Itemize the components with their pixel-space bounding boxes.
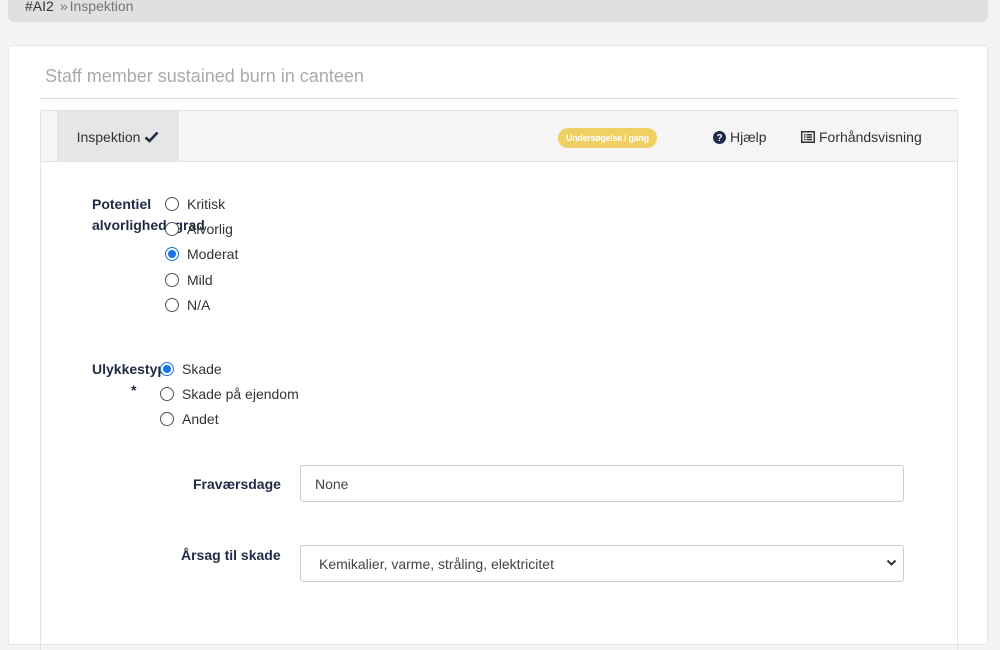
top-bar bbox=[8, 0, 988, 22]
severity-option-alvorlig[interactable]: Alvorlig bbox=[165, 219, 233, 239]
accident-option-skade-paa-ejendom[interactable]: Skade på ejendom bbox=[160, 384, 299, 404]
accident-option-label: Andet bbox=[182, 411, 219, 427]
radio-icon bbox=[160, 387, 174, 401]
help-button[interactable]: ? Hjælp bbox=[713, 128, 767, 146]
severity-option-label: Moderat bbox=[187, 246, 239, 262]
accident-option-label: Skade bbox=[182, 361, 222, 377]
breadcrumb-current: Inspektion bbox=[69, 0, 134, 14]
injury-cause-select[interactable]: Kemikalier, varme, stråling, elektricite… bbox=[300, 545, 904, 582]
preview-button[interactable]: Forhåndsvisning bbox=[801, 128, 922, 146]
title-divider bbox=[39, 98, 958, 99]
radio-icon bbox=[165, 298, 179, 312]
svg-text:?: ? bbox=[716, 133, 722, 144]
breadcrumb-id[interactable]: #AI2 bbox=[25, 0, 54, 14]
question-circle-icon: ? bbox=[713, 130, 726, 144]
page-title: Staff member sustained burn in canteen bbox=[45, 66, 364, 86]
chevron-down-icon bbox=[886, 559, 897, 566]
injury-cause-label: Årsag til skade bbox=[181, 547, 281, 563]
check-icon bbox=[145, 131, 159, 143]
help-label: Hjælp bbox=[730, 129, 767, 145]
severity-option-label: Kritisk bbox=[187, 196, 226, 212]
accident-option-skade[interactable]: Skade bbox=[160, 359, 222, 379]
absence-days-label: Fraværsdage bbox=[193, 476, 281, 492]
radio-selected-icon bbox=[160, 362, 174, 376]
preview-label: Forhåndsvisning bbox=[819, 129, 922, 145]
severity-option-kritisk[interactable]: Kritisk bbox=[165, 194, 225, 214]
radio-selected-icon bbox=[165, 247, 179, 261]
absence-days-input[interactable]: None bbox=[300, 465, 904, 502]
list-alt-icon bbox=[801, 131, 815, 143]
radio-icon bbox=[160, 412, 174, 426]
radio-icon bbox=[165, 273, 179, 287]
breadcrumb: #AI2 » Inspektion bbox=[25, 0, 133, 14]
injury-cause-value: Kemikalier, varme, stråling, elektricite… bbox=[319, 555, 554, 572]
accident-option-label: Skade på ejendom bbox=[182, 386, 299, 402]
breadcrumb-separator: » bbox=[59, 0, 68, 14]
tab-bar: Inspektion Undersøgelse i gang ? Hjælp F… bbox=[41, 111, 957, 162]
severity-option-label: Mild bbox=[187, 272, 213, 288]
absence-days-value: None bbox=[315, 475, 349, 492]
severity-option-mild[interactable]: Mild bbox=[165, 270, 213, 290]
radio-icon bbox=[165, 222, 179, 236]
tab-inspektion[interactable]: Inspektion bbox=[57, 111, 179, 162]
tab-inspektion-label: Inspektion bbox=[76, 128, 141, 145]
severity-option-na[interactable]: N/A bbox=[165, 295, 210, 315]
severity-option-moderat[interactable]: Moderat bbox=[165, 244, 238, 264]
severity-option-label: N/A bbox=[187, 297, 211, 313]
accident-option-andet[interactable]: Andet bbox=[160, 409, 219, 429]
status-badge: Undersøgelse i gang bbox=[558, 128, 657, 148]
severity-option-label: Alvorlig bbox=[187, 221, 233, 237]
radio-icon bbox=[165, 197, 179, 211]
